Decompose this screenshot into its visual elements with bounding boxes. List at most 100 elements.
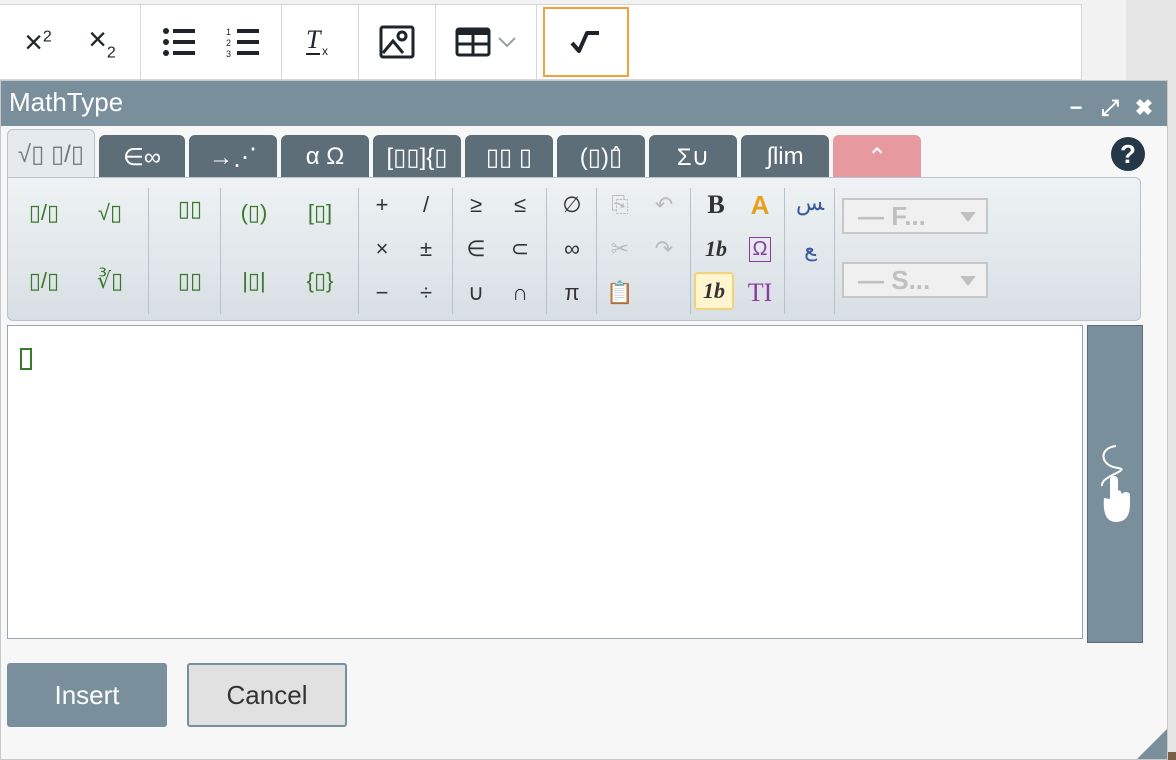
tab-label: →⋰ [209,143,257,171]
tab-big-operators[interactable]: Σ∪ [649,135,737,179]
absolute-value-button[interactable]: |▯| [234,262,274,300]
numbered-list-icon: 1 2 3 [226,27,259,58]
minus-button[interactable]: − [362,274,402,312]
infinity-button[interactable]: ∞ [552,230,592,268]
editor-toolbar: ×2 ×2 1 2 3 T x [0,4,1082,80]
parentheses-button[interactable]: (▯) [234,194,274,232]
tab-custom[interactable]: ⌃ [833,135,921,179]
close-icon: ✖ [1134,95,1154,120]
tab-arrows[interactable]: →⋰ [189,135,277,179]
element-of-button[interactable]: ∈ [456,230,496,268]
pi-button[interactable]: π [552,274,592,312]
braces-button[interactable]: {▯} [300,262,340,300]
mathtype-button[interactable] [543,7,629,77]
superscript-button[interactable]: ×2 [6,7,70,77]
brackets-button[interactable]: [▯] [300,194,340,232]
tab-decorations[interactable]: (▯)▯̂ [557,135,645,179]
maximize-button[interactable]: ⤢ [1097,95,1123,121]
maximize-icon: ⤢ [1101,95,1119,120]
copy-button[interactable]: ⎘ [600,186,640,224]
greater-equal-button[interactable]: ≥ [456,186,496,224]
script-group: ×2 ×2 [0,5,141,79]
empty-set-button[interactable]: ∅ [552,186,592,224]
font-family-select[interactable]: — F... [842,198,988,234]
color-button[interactable]: A [740,186,780,224]
plus-minus-button[interactable]: ± [406,230,446,268]
mathtype-dialog: MathType − ⤢ ✖ √▯ ▯/▯ ∈∞ →⋰ α Ω [▯▯]{▯ ▯… [0,80,1168,760]
intersection-button[interactable]: ∩ [500,274,540,312]
copy-icon: ⎘ [611,192,629,217]
subscript-template-button[interactable]: ▯▯ [170,262,210,300]
table-group [436,5,537,79]
omega-icon: Ω [748,236,772,262]
subset-button[interactable]: ⊂ [500,230,540,268]
handwriting-hand-icon [1101,445,1130,522]
font-size-select[interactable]: — S... [842,262,988,298]
minimize-button[interactable]: − [1063,95,1089,121]
script-icon: ﻊ [804,236,816,261]
handwriting-toggle[interactable] [1087,325,1143,643]
svg-text:2: 2 [226,38,231,48]
image-button[interactable] [365,7,429,77]
math-style-button[interactable]: 1b [694,272,734,310]
italic-button[interactable]: 1b [696,230,736,268]
cut-button[interactable]: ✂ [600,230,640,268]
divide-button[interactable]: ÷ [406,274,446,312]
tab-label: ∈∞ [122,143,161,171]
help-button[interactable]: ? [1111,137,1145,171]
rtl-button[interactable]: ﺲ [790,184,830,222]
cancel-button[interactable]: Cancel [187,663,347,727]
palette-separator [546,188,547,314]
palette-tabs: √▯ ▯/▯ ∈∞ →⋰ α Ω [▯▯]{▯ ▯▯ ▯ (▯)▯̂ Σ∪ ∫l… [7,129,921,179]
numbered-list-button[interactable]: 1 2 3 [211,7,275,77]
arabic-script-icon: ﺲ [795,190,825,215]
tab-calculus[interactable]: ∫lim [741,135,829,179]
tab-symbols[interactable]: ∈∞ [99,135,185,179]
tab-general[interactable]: √▯ ▯/▯ [7,129,95,179]
chevron-down-icon [498,37,516,48]
redo-button[interactable]: ↷ [644,230,684,268]
clear-format-button[interactable]: T x [288,7,352,77]
less-equal-button[interactable]: ≤ [500,186,540,224]
table-button[interactable] [446,7,526,77]
union-button[interactable]: ∪ [456,274,496,312]
subscript-button[interactable]: ×2 [70,7,134,77]
palette-separator [784,188,785,314]
image-icon [379,25,415,59]
tab-label: ▯▯ ▯ [485,143,533,171]
slash-button[interactable]: / [406,186,446,224]
palette-separator [834,188,835,314]
bold-button[interactable]: B [696,186,736,224]
square-root-icon [570,31,599,53]
tab-label: α Ω [305,143,345,170]
plus-button[interactable]: + [362,186,402,224]
bullet-list-button[interactable] [147,7,211,77]
placeholder-box [20,348,32,370]
bullet-list-icon [163,28,195,56]
text-mode-button[interactable]: TI [740,274,780,312]
resize-handle[interactable] [1137,729,1167,759]
tab-greek[interactable]: α Ω [281,135,369,179]
paste-button[interactable]: 📋 [600,274,640,312]
special-char-button[interactable]: Ω [740,230,780,268]
tab-label: (▯)▯̂ [579,143,623,171]
font-family-value: — F... [858,200,926,231]
tab-label: Σ∪ [676,143,710,171]
square-root-button[interactable]: √▯ [90,194,130,232]
times-button[interactable]: × [362,230,402,268]
close-button[interactable]: ✖ [1131,95,1157,121]
tab-matrices[interactable]: [▯▯]{▯ [373,135,461,179]
tab-scripts[interactable]: ▯▯ ▯ [465,135,553,179]
fraction-button[interactable]: ▯/▯ [24,194,64,232]
font-size-value: — S... [858,264,931,295]
nth-root-button[interactable]: ∛▯ [90,262,130,300]
ltr-button[interactable]: ﻊ [790,230,830,268]
superscript-template-button[interactable]: ▯▯ [170,190,210,228]
chevron-down-icon [960,276,976,286]
bevelled-fraction-button[interactable]: ▯/▯ [24,262,64,300]
undo-button[interactable]: ↶ [644,186,684,224]
dialog-title-bar[interactable]: MathType − ⤢ ✖ [1,81,1167,126]
formula-editing-area[interactable] [7,325,1083,639]
palette-separator [690,188,691,314]
insert-button[interactable]: Insert [7,663,167,727]
